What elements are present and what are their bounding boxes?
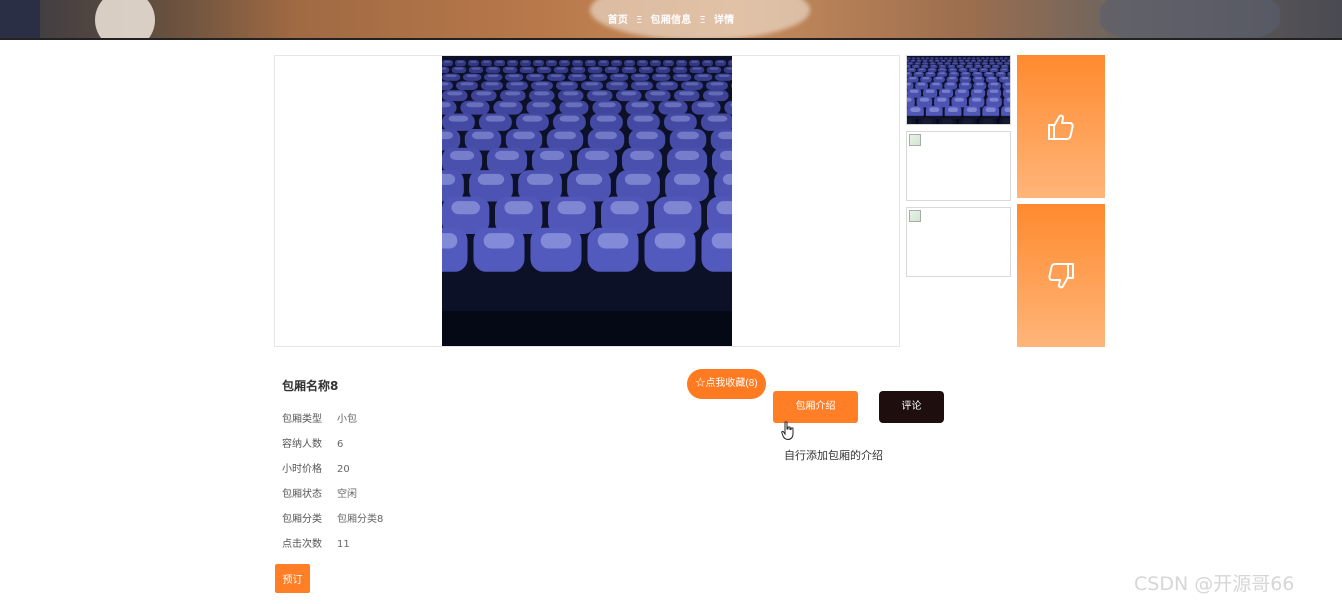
- attribute-row: 点击次数 11: [282, 535, 350, 550]
- attribute-row: 包厢类型 小包: [282, 410, 357, 425]
- broken-image-icon: [909, 134, 921, 146]
- room-name: 包厢名称8: [282, 379, 339, 393]
- theater-seats-photo: [442, 56, 732, 346]
- attribute-label: 点击次数: [282, 539, 322, 550]
- book-button[interactable]: 预订: [275, 564, 310, 593]
- breadcrumb-current: 详情: [713, 15, 735, 26]
- breadcrumb-separator: Ξ: [635, 15, 643, 26]
- attribute-row: 包厢分类 包厢分类8: [282, 510, 383, 525]
- thumbnail-1[interactable]: [906, 55, 1011, 125]
- attribute-label: 包厢状态: [282, 489, 322, 500]
- tab-comments[interactable]: 评论: [879, 391, 944, 423]
- breadcrumb-section[interactable]: 包厢信息: [650, 15, 691, 26]
- attribute-label: 包厢类型: [282, 414, 322, 425]
- favorite-button[interactable]: ☆点我收藏(8): [687, 369, 766, 399]
- thumbnail-2[interactable]: [906, 131, 1011, 201]
- attribute-value: 20: [337, 464, 350, 475]
- thumbs-up-icon: [1048, 114, 1074, 140]
- theater-seats-thumbnail: [907, 56, 1010, 124]
- attribute-row: 容纳人数 6: [282, 435, 343, 450]
- attribute-value: 包厢分类8: [337, 514, 384, 525]
- tab-room-intro[interactable]: 包厢介绍: [773, 391, 858, 423]
- attribute-value: 小包: [337, 414, 357, 425]
- attribute-label: 包厢分类: [282, 514, 322, 525]
- attribute-value: 6: [337, 439, 344, 450]
- main-image-frame: [274, 55, 900, 347]
- attribute-row: 包厢状态 空闲: [282, 485, 357, 500]
- like-button[interactable]: [1017, 55, 1105, 198]
- attribute-label: 容纳人数: [282, 439, 322, 450]
- dislike-button[interactable]: [1017, 204, 1105, 347]
- attribute-row: 小时价格 20: [282, 460, 350, 475]
- thumbs-down-icon: [1048, 262, 1074, 288]
- watermark: CSDN @开源哥66: [1134, 573, 1295, 595]
- breadcrumb-separator: Ξ: [699, 15, 707, 26]
- hand-cursor-icon: [781, 421, 794, 441]
- breadcrumb: 首页 Ξ 包厢信息 Ξ 详情: [0, 11, 1342, 26]
- attribute-value: 11: [337, 539, 350, 550]
- room-intro-text: 自行添加包厢的介绍: [784, 449, 883, 462]
- attribute-label: 小时价格: [282, 464, 322, 475]
- breadcrumb-home[interactable]: 首页: [608, 15, 629, 26]
- thumbnail-3[interactable]: [906, 207, 1011, 277]
- main-room-photo: [442, 56, 732, 346]
- broken-image-icon: [909, 210, 921, 222]
- attribute-value: 空闲: [337, 489, 357, 500]
- header-banner: 首页 Ξ 包厢信息 Ξ 详情: [0, 0, 1342, 40]
